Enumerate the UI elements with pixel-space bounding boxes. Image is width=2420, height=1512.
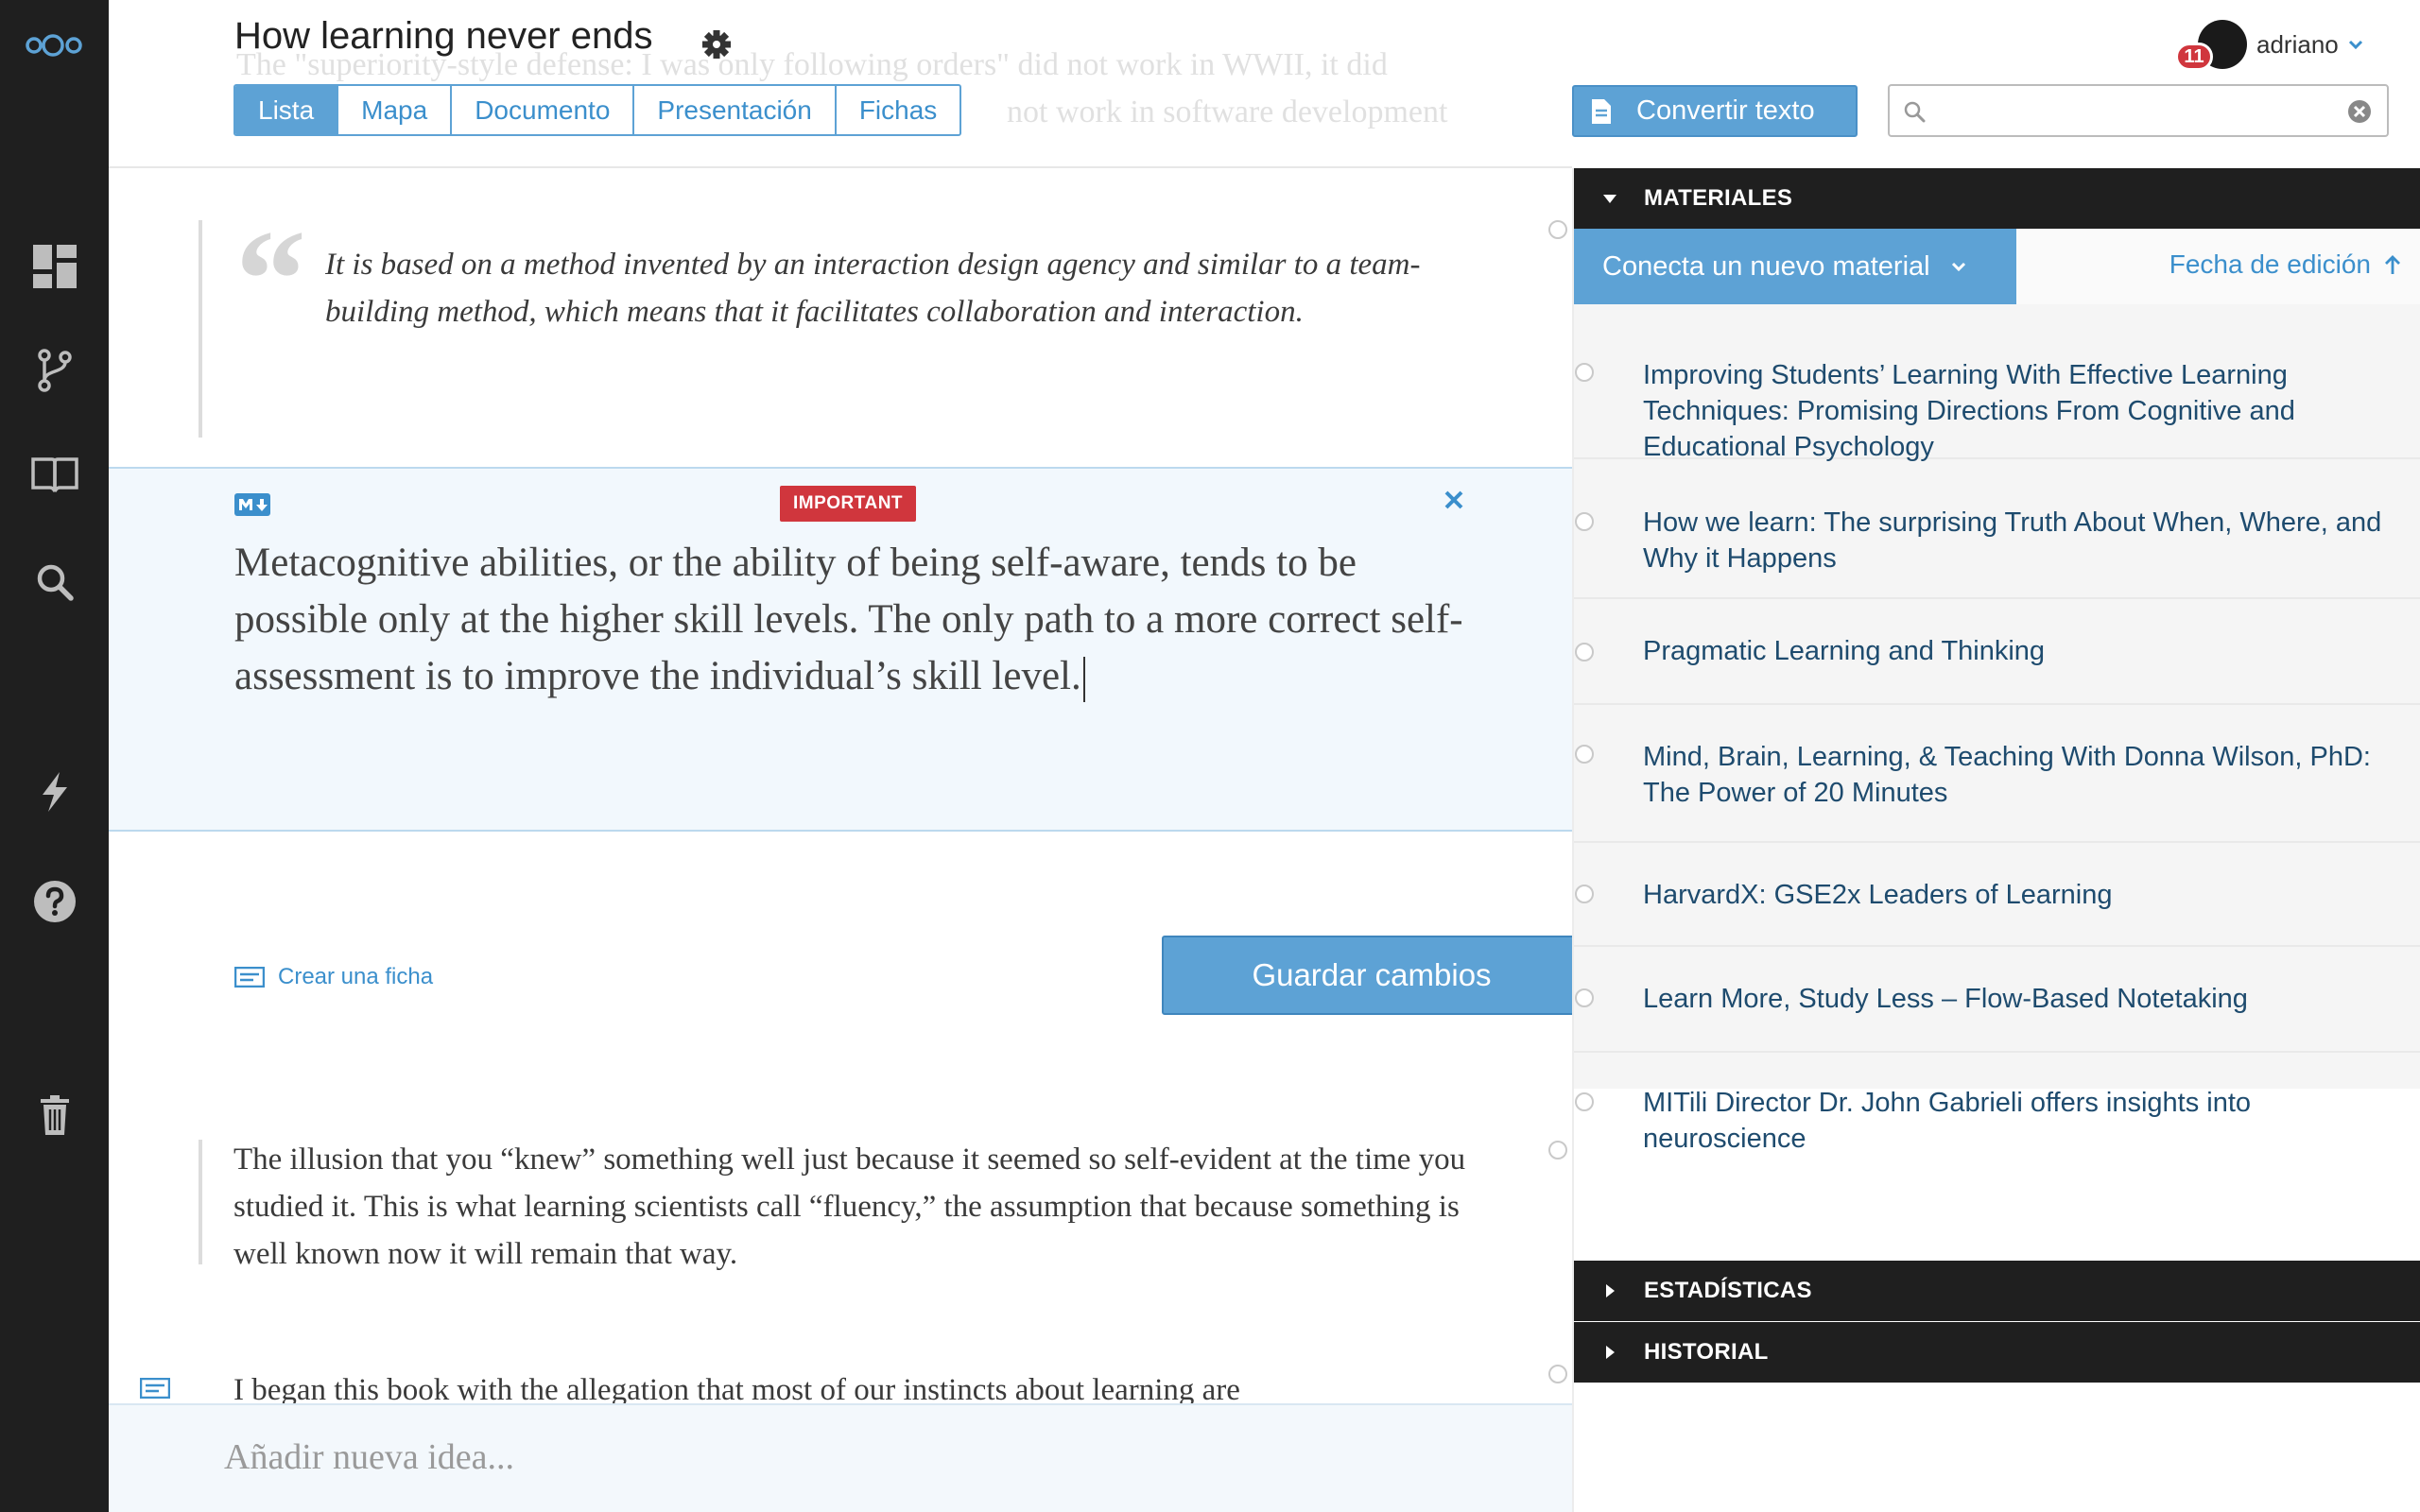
material-title: Learn More, Study Less – Flow-Based Note… — [1643, 984, 2248, 1014]
logo-icon[interactable] — [24, 28, 85, 62]
tab-presentacion[interactable]: Presentación — [634, 86, 837, 134]
triangle-down-icon — [1603, 195, 1616, 203]
document-icon — [1592, 98, 1611, 124]
chevron-down-icon — [1951, 262, 1965, 271]
connect-material-button[interactable]: Conecta un nuevo material — [1574, 229, 2016, 304]
connector-dot[interactable] — [1575, 512, 1594, 531]
close-icon[interactable] — [1442, 488, 1466, 512]
materials-label: MATERIALES — [1644, 185, 1793, 211]
list-item[interactable]: Improving Students’ Learning With Effect… — [1574, 304, 2420, 462]
book-icon[interactable] — [26, 446, 83, 503]
text-caret — [1082, 657, 1085, 703]
connector-dot[interactable] — [1575, 643, 1594, 662]
connector-dot[interactable] — [1575, 363, 1594, 382]
material-title: Improving Students’ Learning With Effect… — [1643, 360, 2295, 462]
username: adriano — [2256, 29, 2339, 59]
right-panel: MATERIALES Conecta un nuevo material Fec… — [1572, 168, 2420, 1512]
material-title: HarvardX: GSE2x Leaders of Learning — [1643, 880, 2113, 910]
idea-list: “ It is based on a method invented by an… — [109, 168, 1572, 1403]
materials-list: Improving Students’ Learning With Effect… — [1574, 304, 2420, 1154]
avatar[interactable]: 11 — [2175, 20, 2247, 71]
triangle-right-icon — [1606, 1284, 1615, 1297]
sort-by-edit-date[interactable]: Fecha de edición — [2169, 249, 2401, 280]
search-icon[interactable] — [26, 554, 83, 610]
tab-documento[interactable]: Documento — [452, 86, 635, 134]
convert-text-button[interactable]: Convertir texto — [1572, 85, 1858, 137]
user-menu[interactable]: 11 adriano — [2175, 11, 2363, 77]
important-tag[interactable]: IMPORTANT — [780, 486, 917, 522]
save-changes-button[interactable]: Guardar cambios — [1162, 936, 1572, 1015]
idea-editor: IMPORTANT Metacognitive abilities, or th… — [109, 467, 1572, 832]
markdown-icon — [234, 493, 270, 516]
paragraph-text: The illusion that you “knew” something w… — [233, 1143, 1466, 1271]
notification-badge[interactable]: 11 — [2175, 43, 2213, 71]
connector-dot[interactable] — [1575, 745, 1594, 764]
connector-dot[interactable] — [1548, 1141, 1567, 1160]
connector-dot[interactable] — [1575, 885, 1594, 903]
idea-edit-textarea[interactable]: Metacognitive abilities, or the ability … — [234, 535, 1492, 705]
connector-dot[interactable] — [1575, 988, 1594, 1007]
trash-icon[interactable] — [26, 1087, 83, 1143]
connect-material-label: Conecta un nuevo material — [1602, 250, 1930, 282]
tab-mapa[interactable]: Mapa — [338, 86, 453, 134]
material-title: MITili Director Dr. John Gabrieli offers… — [1643, 1088, 2252, 1154]
arrow-up-icon — [2385, 255, 2400, 274]
sort-label: Fecha de edición — [2169, 249, 2371, 279]
convert-text-label: Convertir texto — [1636, 95, 1815, 126]
chevron-down-icon — [2348, 40, 2362, 49]
ghost-text-line-2: not work in software development — [1007, 94, 1448, 129]
quote-mark-icon: “ — [235, 201, 306, 358]
history-section-header[interactable]: HISTORIAL — [1574, 1322, 2420, 1383]
list-item[interactable]: HarvardX: GSE2x Leaders of Learning — [1574, 843, 2420, 947]
new-idea-input[interactable] — [224, 1429, 1500, 1486]
connector-dot[interactable] — [1575, 1092, 1594, 1111]
list-item[interactable]: Mind, Brain, Learning, & Teaching With D… — [1574, 705, 2420, 843]
lightning-icon[interactable] — [26, 764, 83, 820]
help-icon[interactable] — [26, 873, 83, 930]
statistics-label: ESTADÍSTICAS — [1644, 1278, 1812, 1303]
search-input[interactable] — [1935, 94, 2332, 128]
search-icon — [1904, 101, 1926, 123]
create-card-link[interactable]: Crear una ficha — [234, 964, 433, 990]
left-sidebar — [0, 0, 109, 1512]
materials-search — [1888, 84, 2389, 137]
document-header: The "superiority-style defense: I was on… — [109, 0, 1572, 168]
view-tabs: Lista Mapa Documento Presentación Fichas — [233, 84, 962, 136]
connector-dot[interactable] — [1548, 220, 1567, 239]
tab-fichas[interactable]: Fichas — [837, 86, 959, 134]
list-item[interactable]: MITili Director Dr. John Gabrieli offers… — [1574, 1053, 2420, 1196]
materials-section-header[interactable]: MATERIALES — [1574, 168, 2420, 229]
idea-paragraph-1[interactable]: The illusion that you “knew” something w… — [199, 1140, 1522, 1271]
list-item[interactable]: Learn More, Study Less – Flow-Based Note… — [1574, 947, 2420, 1053]
material-title: Pragmatic Learning and Thinking — [1643, 636, 2046, 666]
gear-icon[interactable] — [700, 28, 733, 60]
statistics-section-header[interactable]: ESTADÍSTICAS — [1574, 1261, 2420, 1321]
dashboard-icon[interactable] — [26, 238, 83, 295]
material-title: Mind, Brain, Learning, & Teaching With D… — [1643, 742, 2371, 808]
new-idea-bar — [109, 1403, 1572, 1512]
idea-edit-text: Metacognitive abilities, or the ability … — [234, 541, 1463, 698]
idea-quote[interactable]: “ It is based on a method invented by an… — [199, 209, 1522, 438]
material-title: How we learn: The surprising Truth About… — [1643, 507, 2382, 574]
idea-paragraph-2[interactable]: I began this book with the allegation th… — [233, 1366, 1510, 1403]
connector-dot[interactable] — [1548, 1365, 1567, 1383]
clear-icon[interactable] — [2347, 99, 2372, 124]
materials-toolbar: Conecta un nuevo material Fecha de edici… — [1574, 229, 2420, 304]
history-label: HISTORIAL — [1644, 1339, 1769, 1365]
card-icon — [140, 1378, 170, 1399]
triangle-right-icon — [1606, 1346, 1615, 1359]
list-item[interactable]: How we learn: The surprising Truth About… — [1574, 459, 2420, 599]
quote-text: It is based on a method invented by an i… — [325, 248, 1421, 329]
tab-lista[interactable]: Lista — [235, 86, 339, 134]
branch-icon[interactable] — [26, 342, 83, 399]
card-icon — [234, 967, 265, 988]
create-card-label: Crear una ficha — [278, 964, 434, 989]
page-title[interactable]: How learning never ends — [234, 15, 652, 58]
list-item[interactable]: Pragmatic Learning and Thinking — [1574, 599, 2420, 705]
